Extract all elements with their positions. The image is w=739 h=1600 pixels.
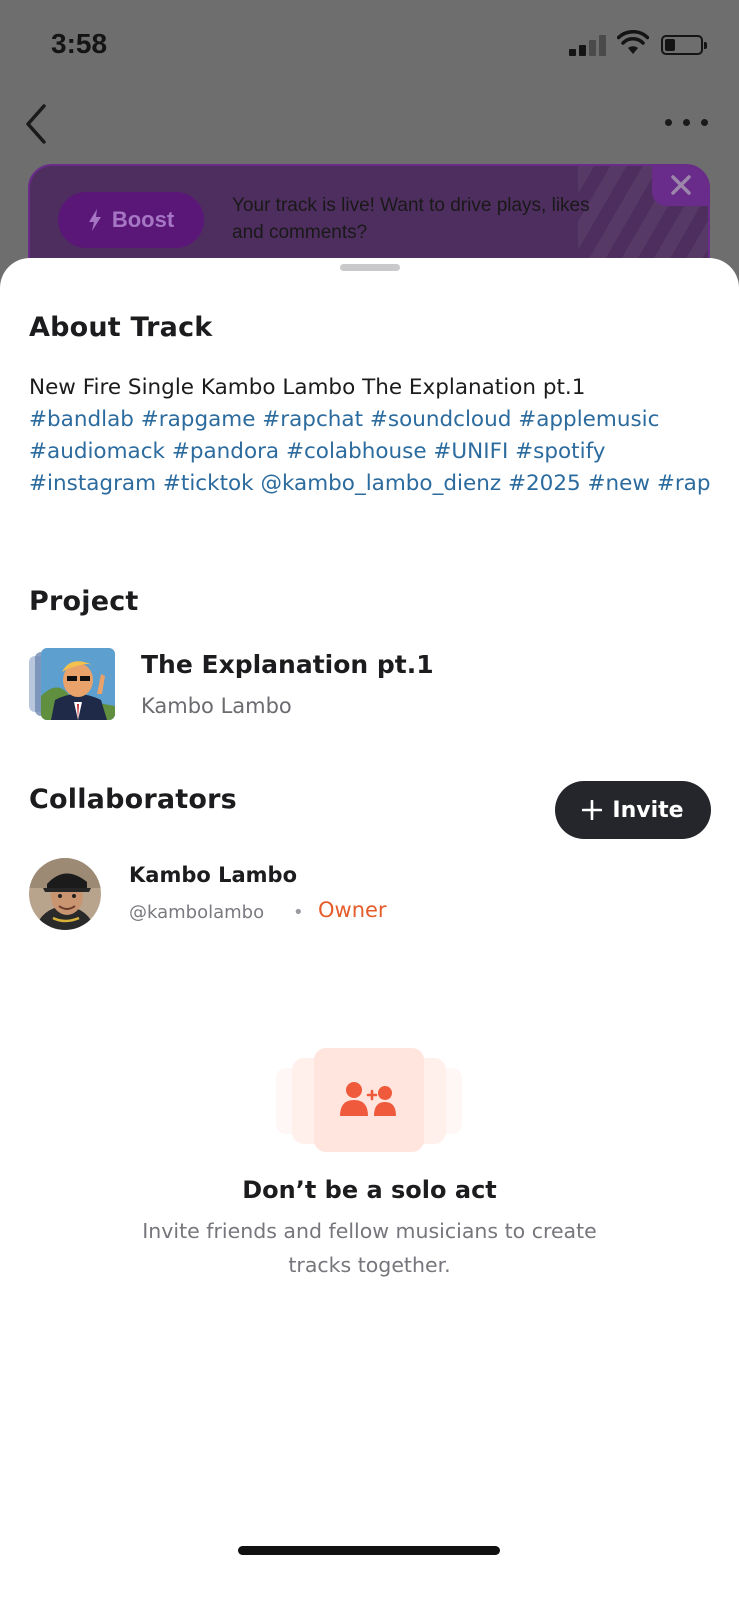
add-users-icon [340,1082,396,1116]
status-time: 3:58 [51,28,108,59]
project-artist: Kambo Lambo [141,694,292,718]
project-artwork [29,648,115,720]
collaborator-handle: @kambolambo [129,902,265,923]
separator-dot: • [293,902,304,923]
track-description: New Fire Single Kambo Lambo The Explanat… [29,372,719,500]
invite-button[interactable]: Invite [555,781,711,839]
collaborator-item[interactable]: Kambo Lambo @kambolambo • Owner [29,858,709,934]
close-icon [671,175,691,195]
collaborator-name: Kambo Lambo [129,863,297,887]
chevron-left-icon[interactable] [22,102,52,146]
project-title: Project [29,586,139,617]
signal-icon [569,34,609,56]
hashtag-link[interactable]: #applemusic [518,407,659,432]
boost-message: Your track is live! Want to drive plays,… [232,195,590,243]
boost-button[interactable]: Boost [58,192,204,248]
sheet-grabber[interactable] [340,264,400,271]
hashtag-link[interactable]: #rapchat [262,407,363,432]
project-name: The Explanation pt.1 [141,650,434,679]
home-indicator[interactable] [238,1546,500,1555]
avatar [29,858,101,930]
wifi-icon [617,30,649,54]
hashtag-link[interactable]: #soundcloud [370,407,512,432]
hashtag-link[interactable]: #colabhouse [286,439,427,464]
hashtag-link[interactable]: #2025 [508,471,581,496]
mention-link[interactable]: @kambo_lambo_dienz [260,471,501,496]
invite-label: Invite [612,797,684,823]
hashtag-link[interactable]: #new [588,471,650,496]
collaborators-title: Collaborators [29,784,237,815]
background-screen: 3:58 Boost Your track is live! Want to d… [0,0,739,300]
hashtag-link[interactable]: #ticktok [163,471,254,496]
empty-state-illustration [276,1048,462,1152]
lightning-icon [88,209,101,231]
boost-button-label: Boost [111,207,175,232]
empty-state-title: Don’t be a solo act [242,1176,497,1204]
empty-state-description: Invite friends and fellow musicians to c… [142,1219,597,1277]
plus-icon [582,800,603,820]
hashtag-link[interactable]: #UNIFI [433,439,508,464]
hashtag-list: #bandlab #rapgame #rapchat #soundcloud #… [29,407,711,496]
hashtag-link[interactable]: #audiomack [29,439,165,464]
about-track-sheet: About Track New Fire Single Kambo Lambo … [0,258,739,1600]
hashtag-link[interactable]: #pandora [172,439,279,464]
ellipsis-icon[interactable] [665,112,709,132]
project-item[interactable]: The Explanation pt.1 Kambo Lambo [29,648,709,728]
about-title: About Track [29,312,213,343]
hashtag-link[interactable]: #bandlab [29,407,134,432]
hashtag-link[interactable]: #instagram [29,471,156,496]
hashtag-link[interactable]: #rap [657,471,711,496]
description-text: New Fire Single Kambo Lambo The Explanat… [29,375,586,400]
status-icons [569,30,709,60]
hashtag-link[interactable]: #spotify [515,439,605,464]
close-button[interactable] [652,166,708,206]
battery-icon [661,35,707,55]
role-badge: Owner [318,898,387,922]
hashtag-link[interactable]: #rapgame [141,407,256,432]
